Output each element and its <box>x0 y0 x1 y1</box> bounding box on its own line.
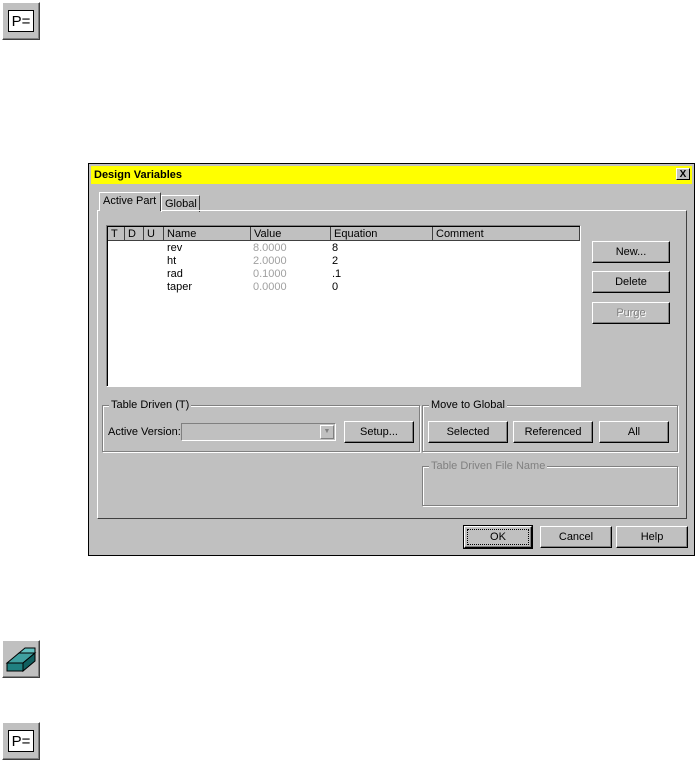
tab-active-part[interactable]: Active Part <box>99 192 161 211</box>
help-button[interactable]: Help <box>616 526 688 548</box>
row-value: 0.0000 <box>253 281 287 293</box>
ok-button[interactable]: OK <box>463 525 533 549</box>
variables-list[interactable]: T D U Name Value Equation Comment rev 8.… <box>106 225 581 387</box>
column-header-comment[interactable]: Comment <box>433 227 580 241</box>
close-button[interactable]: X <box>676 168 690 180</box>
table-driven-file-label: Table Driven File Name <box>429 460 548 473</box>
delete-button[interactable]: Delete <box>592 271 670 293</box>
column-header-u[interactable]: U <box>144 227 164 241</box>
row-equation[interactable]: 2 <box>332 255 338 268</box>
dialog-title: Design Variables <box>94 169 183 181</box>
referenced-button[interactable]: Referenced <box>513 421 593 443</box>
table-driven-file-group: Table Driven File Name <box>422 460 678 506</box>
setup-button[interactable]: Setup... <box>344 421 414 443</box>
pe-equals-glyph: P= <box>8 10 34 32</box>
row-value: 2.0000 <box>253 255 287 267</box>
row-name[interactable]: taper <box>167 281 192 294</box>
row-equation[interactable]: 0 <box>332 281 338 294</box>
extrude-block-glyph <box>5 647 37 673</box>
selected-button[interactable]: Selected <box>428 421 508 443</box>
row-equation[interactable]: 8 <box>332 242 338 255</box>
row-value: 0.1000 <box>253 268 287 280</box>
extrude-block-icon[interactable] <box>2 640 40 678</box>
row-name[interactable]: rev <box>167 242 182 255</box>
pe-equals-icon[interactable]: P= <box>2 2 40 40</box>
dialog-titlebar[interactable]: Design Variables X <box>91 166 692 184</box>
pe-equals-glyph: P= <box>8 730 34 752</box>
ok-button-label: OK <box>467 529 529 545</box>
column-header-name[interactable]: Name <box>164 227 251 241</box>
chevron-down-icon[interactable]: ▼ <box>320 425 334 439</box>
active-version-select[interactable]: ▼ <box>181 423 336 441</box>
move-to-global-label: Move to Global <box>429 399 507 412</box>
active-version-label: Active Version: <box>108 426 181 438</box>
row-value: 8.0000 <box>253 242 287 254</box>
column-header-d[interactable]: D <box>125 227 144 241</box>
table-driven-label: Table Driven (T) <box>109 399 192 412</box>
row-name[interactable]: rad <box>167 268 183 281</box>
pe-equals-icon[interactable]: P= <box>2 722 40 760</box>
purge-button[interactable]: Purge <box>592 302 670 324</box>
row-name[interactable]: ht <box>167 255 176 268</box>
column-header-equation[interactable]: Equation <box>331 227 433 241</box>
table-driven-group: Table Driven (T) Active Version: ▼ Setup… <box>102 399 420 452</box>
row-equation[interactable]: .1 <box>332 268 341 281</box>
design-variables-dialog: Design Variables X Active Part Global T … <box>88 163 695 556</box>
new-button[interactable]: New... <box>592 241 670 263</box>
cancel-button[interactable]: Cancel <box>540 526 612 548</box>
column-header-value[interactable]: Value <box>251 227 331 241</box>
all-button[interactable]: All <box>599 421 669 443</box>
move-to-global-group: Move to Global Selected Referenced All <box>422 399 678 452</box>
column-header-t[interactable]: T <box>108 227 125 241</box>
